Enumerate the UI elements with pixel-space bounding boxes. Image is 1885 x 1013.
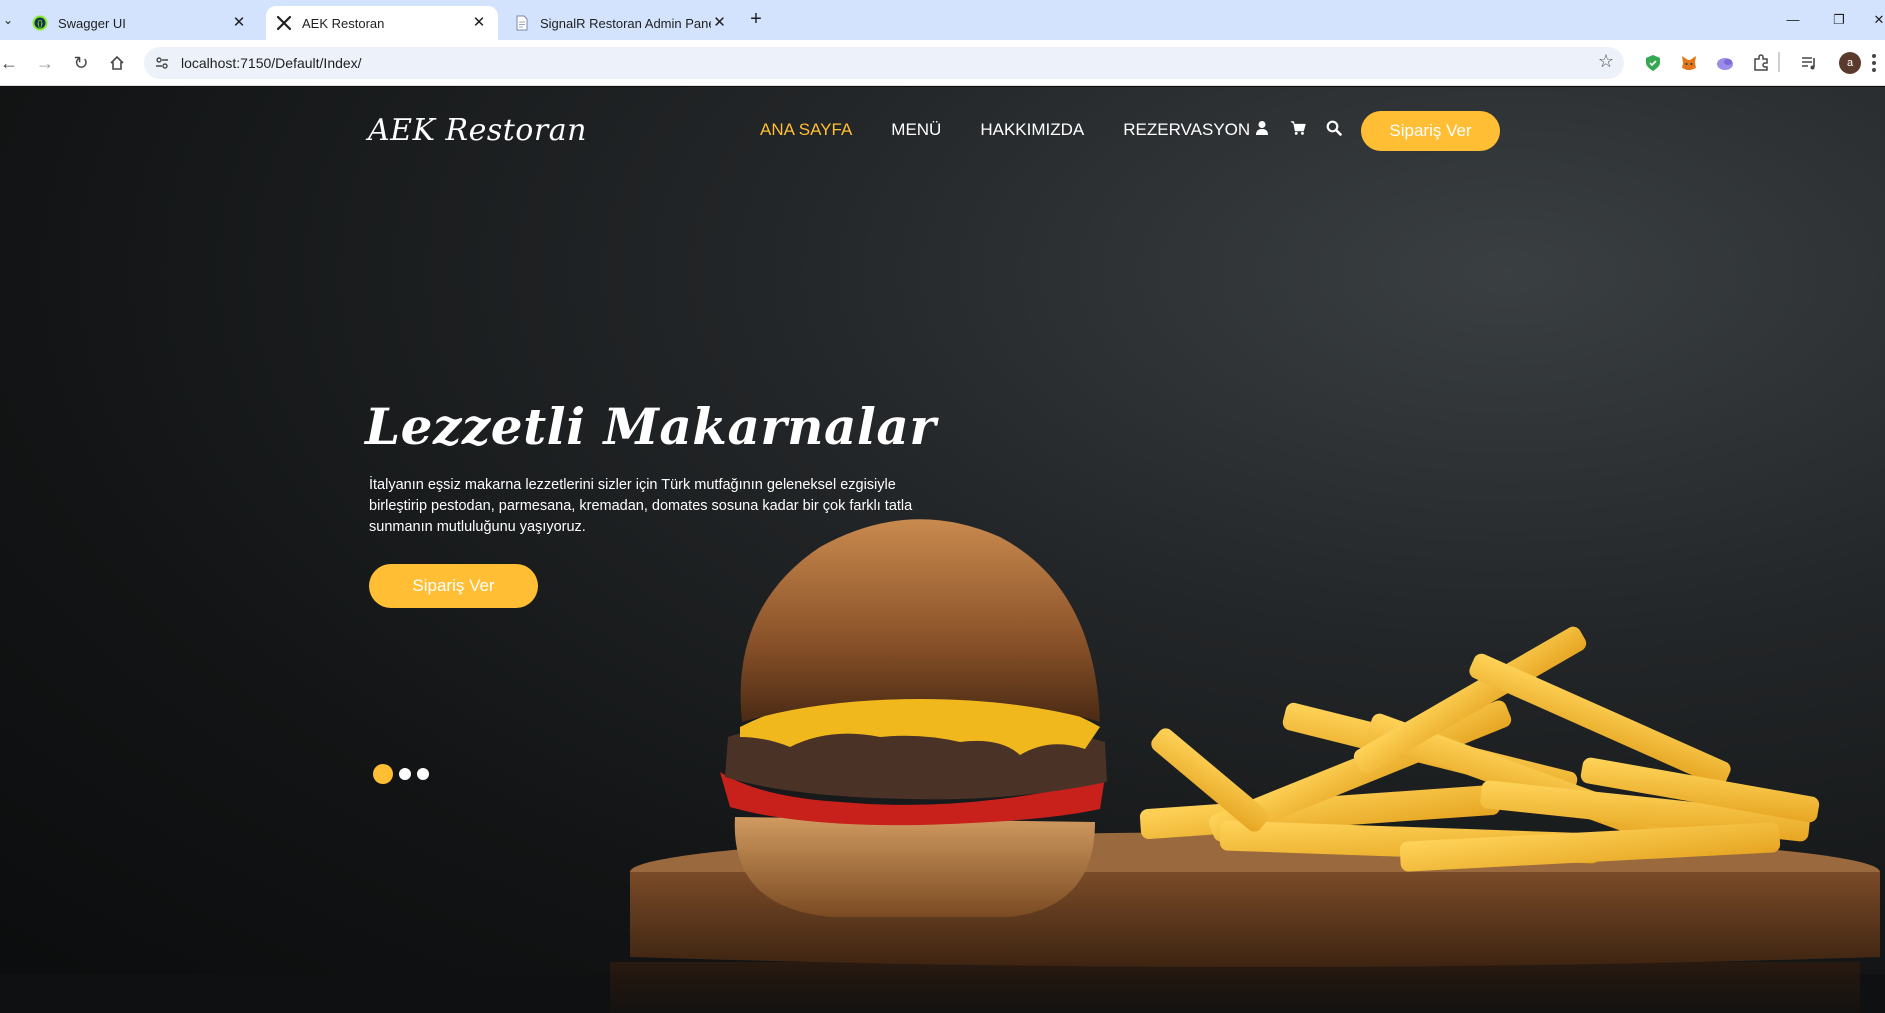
metamask-fox-icon[interactable] [1678, 52, 1700, 74]
close-tab-icon[interactable]: ✕ [711, 14, 728, 32]
back-icon[interactable]: ← [0, 50, 22, 76]
close-tab-icon[interactable]: ✕ [470, 14, 488, 32]
tab-title: Swagger UI [58, 15, 126, 31]
browser-tabstrip: ⌄ {} Swagger UI ✕ AEK Restoran ✕ SignalR… [0, 0, 1885, 40]
browser-menu-icon[interactable] [1872, 54, 1878, 74]
tab-title: SignalR Restoran Admin Paneli [540, 15, 712, 31]
toolbar-divider [1778, 52, 1780, 72]
tab-admin-panel[interactable]: SignalR Restoran Admin Paneli ✕ [504, 6, 738, 40]
nav-link-menu[interactable]: MENÜ [891, 120, 941, 140]
utensils-icon [276, 15, 292, 31]
svg-text:{}: {} [37, 19, 43, 28]
minimize-icon[interactable]: — [1781, 8, 1805, 32]
new-tab-button[interactable]: + [744, 8, 768, 32]
nav-link-home[interactable]: ANA SAYFA [760, 120, 852, 140]
close-window-icon[interactable]: ✕ [1873, 8, 1885, 32]
main-nav: ANA SAYFA MENÜ HAKKIMIZDA REZERVASYON [760, 120, 1289, 140]
hero-section: AEK Restoran ANA SAYFA MENÜ HAKKIMIZDA R… [0, 87, 1885, 1013]
reload-icon[interactable]: ↻ [68, 50, 94, 76]
hero-title: Lezzetli Makarnalar [365, 397, 937, 456]
nav-icon-group [1254, 120, 1342, 136]
carousel-indicators [373, 764, 429, 784]
extension-blob-icon[interactable] [1714, 52, 1736, 74]
nav-link-reservation[interactable]: REZERVASYON [1123, 120, 1250, 140]
user-icon[interactable] [1254, 120, 1270, 136]
media-queue-icon[interactable] [1798, 52, 1820, 74]
close-tab-icon[interactable]: ✕ [230, 14, 248, 32]
carousel-dot-1[interactable] [373, 764, 393, 784]
search-icon[interactable] [1326, 120, 1342, 136]
address-bar[interactable]: localhost:7150/Default/Index/ ☆ [144, 47, 1624, 79]
site-info-icon[interactable] [154, 55, 170, 71]
page-icon [514, 15, 530, 31]
carousel-dot-2[interactable] [399, 768, 411, 780]
shield-extension-icon[interactable] [1642, 52, 1664, 74]
home-icon[interactable] [104, 50, 130, 76]
extensions-puzzle-icon[interactable] [1750, 52, 1772, 74]
nav-link-about[interactable]: HAKKIMIZDA [980, 120, 1084, 140]
carousel-dot-3[interactable] [417, 768, 429, 780]
tab-swagger[interactable]: {} Swagger UI ✕ [22, 6, 258, 40]
order-button-hero[interactable]: Sipariş Ver [369, 564, 538, 608]
forward-icon[interactable]: → [32, 50, 58, 76]
tab-search-chevron-icon[interactable]: ⌄ [0, 8, 16, 32]
browser-toolbar: ← → ↻ localhost:7150/Default/Index/ ☆ a [0, 40, 1885, 86]
cart-icon[interactable] [1290, 120, 1306, 136]
brand-logo[interactable]: AEK Restoran [368, 113, 587, 148]
order-button-header[interactable]: Sipariş Ver [1361, 111, 1500, 151]
url-text[interactable]: localhost:7150/Default/Index/ [181, 47, 362, 79]
profile-avatar[interactable]: a [1839, 52, 1861, 74]
swagger-icon: {} [32, 15, 48, 31]
tab-title: AEK Restoran [302, 15, 385, 31]
bookmark-star-icon[interactable]: ☆ [1598, 51, 1614, 72]
tab-aek-restoran[interactable]: AEK Restoran ✕ [266, 6, 498, 40]
hero-description: İtalyanın eşsiz makarna lezzetlerini siz… [369, 477, 913, 535]
restore-icon[interactable]: ❐ [1827, 8, 1851, 32]
